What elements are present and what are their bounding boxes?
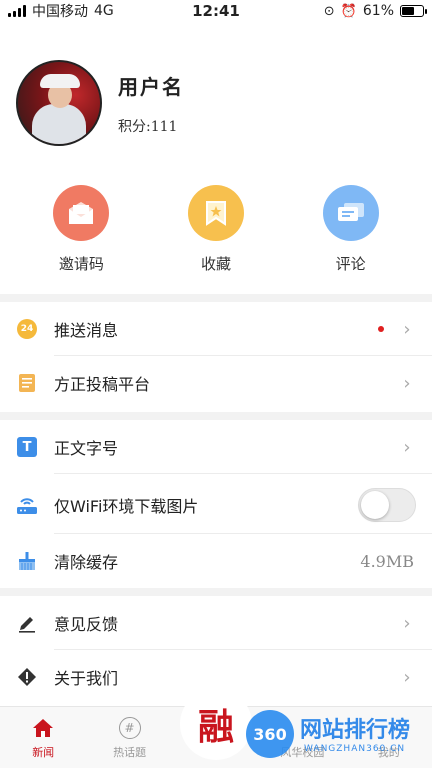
- tab-news[interactable]: 新闻: [0, 707, 86, 768]
- push-messages-row[interactable]: 24 推送消息 ›: [0, 302, 432, 356]
- info-diamond-icon: [16, 666, 38, 688]
- user-icon: [377, 716, 401, 740]
- section-divider: [0, 588, 432, 596]
- chevron-right-icon: ›: [403, 436, 411, 458]
- submission-platform-row[interactable]: 方正投稿平台 ›: [0, 356, 432, 410]
- comments-button[interactable]: 评论: [296, 185, 406, 274]
- hashtag-icon: #: [118, 716, 142, 740]
- battery-percent: 61%: [362, 3, 394, 19]
- wifi-images-toggle[interactable]: [358, 488, 416, 522]
- username: 用户名: [118, 74, 184, 99]
- broom-icon: [16, 550, 38, 572]
- tab-hot-topics-label: 热话题: [113, 745, 147, 759]
- push-badge-icon: 24: [16, 318, 38, 340]
- profile-info: 用户名 积分:111: [118, 71, 184, 136]
- tab-mine-label: 我的: [377, 745, 400, 759]
- tab-rong-center[interactable]: 融: [180, 688, 252, 760]
- toggle-knob: [361, 491, 389, 519]
- status-bar: 中国移动 4G 12:41 ⊙ ⏰ 61%: [0, 0, 432, 22]
- about-us-label: 关于我们: [54, 669, 119, 688]
- comments-label: 评论: [335, 255, 366, 273]
- bookmark-icon: [187, 185, 244, 241]
- tab-hot-topics[interactable]: # 热话题: [86, 707, 172, 768]
- invite-code-label: 邀请码: [58, 255, 104, 273]
- chevron-right-icon: ›: [403, 612, 411, 634]
- battery-icon: [400, 5, 427, 17]
- chevron-right-icon: ›: [403, 318, 411, 340]
- points-value: 积分:111: [118, 118, 178, 135]
- lock-rotation-icon: ⊙: [323, 3, 335, 19]
- invite-code-button[interactable]: 邀请码: [26, 185, 136, 274]
- clear-cache-label: 清除缓存: [54, 553, 119, 572]
- tab-campus[interactable]: 风华校园: [259, 707, 345, 768]
- font-size-label: 正文字号: [54, 439, 119, 458]
- section-divider: [0, 412, 432, 420]
- chevron-right-icon: ›: [403, 666, 411, 688]
- push-messages-label: 推送消息: [54, 321, 119, 340]
- alarm-icon: ⏰: [340, 3, 357, 19]
- status-right: ⊙ ⏰ 61%: [323, 3, 427, 19]
- signal-icon: [8, 5, 26, 17]
- campus-icon: [290, 716, 314, 740]
- wifi-images-label: 仅WiFi环境下载图片: [54, 497, 199, 516]
- unread-dot: [378, 326, 384, 332]
- font-size-row[interactable]: T 正文字号 ›: [0, 420, 432, 474]
- tab-campus-label: 风华校园: [280, 745, 325, 759]
- battery-fill: [402, 7, 415, 15]
- clear-cache-row[interactable]: 清除缓存 4.9MB: [0, 534, 432, 588]
- submission-platform-label: 方正投稿平台: [54, 375, 151, 394]
- carrier-name: 中国移动: [32, 4, 88, 20]
- status-left: 中国移动 4G: [8, 1, 114, 21]
- home-icon: [31, 716, 55, 740]
- network-type: 4G: [94, 3, 114, 19]
- chevron-right-icon: ›: [403, 372, 411, 394]
- wifi-router-icon: [16, 494, 38, 516]
- wifi-images-row: 仅WiFi环境下载图片: [0, 476, 432, 534]
- favorites-label: 收藏: [200, 255, 231, 273]
- feedback-row[interactable]: 意见反馈 ›: [0, 596, 432, 650]
- comment-icon: [322, 185, 379, 241]
- quick-actions: 邀请码 收藏 评论: [0, 185, 432, 274]
- avatar[interactable]: [16, 60, 102, 146]
- favorites-button[interactable]: 收藏: [161, 185, 271, 274]
- cache-size: 4.9MB: [360, 551, 414, 571]
- feedback-label: 意见反馈: [54, 615, 119, 634]
- text-size-icon: T: [16, 436, 38, 458]
- envelope-icon: [53, 185, 110, 241]
- tab-news-label: 新闻: [32, 745, 55, 759]
- section-divider: [0, 294, 432, 302]
- profile-header[interactable]: 用户名 积分:111: [16, 60, 184, 146]
- document-icon: [16, 372, 38, 394]
- tab-mine[interactable]: 我的: [346, 707, 432, 768]
- pencil-icon: [16, 612, 38, 634]
